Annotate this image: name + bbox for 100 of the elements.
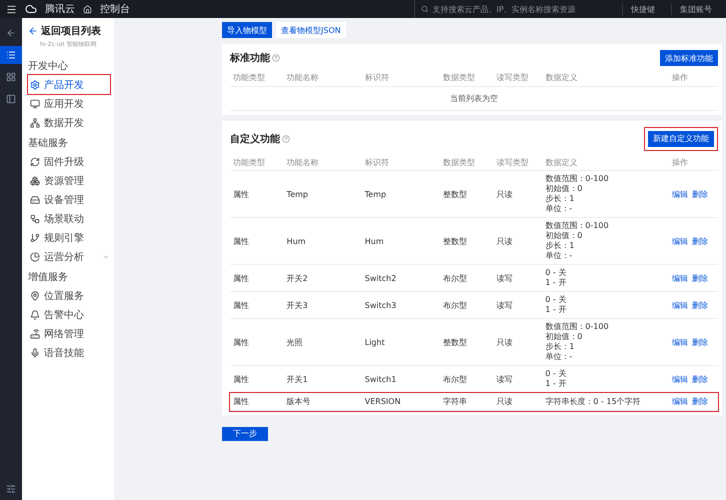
rail-icon (6, 94, 16, 104)
action-link[interactable]: 编辑 (672, 397, 688, 406)
function-name-cell: Hum (286, 236, 306, 246)
data-type-cell: 布尔型 (442, 300, 467, 310)
column-header: 操作 (669, 154, 718, 170)
sidebar-item[interactable]: 固件升级 (28, 152, 110, 171)
item-icon (30, 348, 40, 358)
add-button[interactable]: 新建自定义功能 (648, 130, 714, 146)
section-title: 自定义功能 (230, 132, 290, 146)
sidebar-item[interactable]: 语音技能 (28, 343, 110, 362)
function-type-cell: 属性 (233, 236, 249, 246)
definition-line: 步长：1 (545, 342, 576, 352)
home-icon (83, 4, 92, 14)
group-title: 增值服务 (28, 271, 69, 284)
identifier-cell: Light (364, 338, 385, 346)
function-name-cell: 光照 (286, 338, 303, 346)
column-header: 标识符 (362, 154, 440, 170)
next-button[interactable]: 下一步 (222, 426, 268, 440)
toolbar-button[interactable]: 导入物模型 (222, 22, 272, 38)
group-title: 基础服务 (28, 136, 69, 150)
definition-line: 单位：- (545, 204, 574, 214)
definition-line: 0 - 关 (545, 295, 568, 305)
definition-line: 初始值：0 (545, 332, 584, 342)
sidebar-item[interactable]: 资源管理 (28, 171, 110, 190)
add-button[interactable]: 添加标准功能 (660, 50, 718, 66)
data-type-cell: 整数型 (442, 190, 467, 198)
column-header: 读写类型 (494, 154, 542, 170)
action-link[interactable]: 删除 (692, 274, 708, 282)
search-field[interactable]: 支持搜索云产品、IP、实例名称搜索资源 (414, 0, 614, 18)
menu-icon[interactable] (6, 4, 17, 14)
top-link[interactable]: 快捷键 (622, 4, 663, 14)
column-header: 读写类型 (494, 70, 542, 86)
action-link[interactable]: 编辑 (672, 190, 688, 198)
item-icon (30, 118, 40, 128)
item-icon (30, 252, 40, 262)
action-link[interactable]: 编辑 (672, 300, 688, 310)
access-type-cell: 读写 (496, 300, 512, 310)
identifier-cell: VERSION (364, 397, 401, 406)
help-icon[interactable] (272, 54, 280, 62)
rail-button[interactable] (0, 46, 22, 64)
sidebar-item[interactable]: 产品开发 (28, 75, 110, 94)
sidebar-item[interactable]: 告警中心 (28, 305, 110, 324)
rail-icon (6, 72, 16, 82)
definition-line: 1 - 开 (545, 305, 568, 315)
sidebar-item[interactable]: 设备管理 (28, 190, 110, 209)
item-icon (30, 176, 40, 186)
column-header: 功能类型 (230, 70, 284, 86)
help-icon[interactable] (282, 134, 290, 142)
settings-icon[interactable] (6, 484, 16, 494)
sidebar-item[interactable]: 运营分析 (28, 247, 110, 266)
brand-name[interactable]: 腾讯云 (45, 2, 75, 16)
action-link[interactable]: 删除 (692, 397, 708, 406)
data-type-cell: 整数型 (442, 236, 467, 246)
sidebar-item[interactable]: 规则引擎 (28, 228, 110, 247)
action-link[interactable]: 编辑 (672, 338, 688, 346)
action-link[interactable]: 删除 (692, 374, 708, 384)
definition-line: 单位：- (545, 251, 574, 261)
toolbar-button[interactable]: 查看物模型JSON (276, 22, 346, 38)
identifier-cell: Switch2 (364, 274, 396, 282)
sidebar-item[interactable]: 应用开发 (28, 94, 110, 113)
action-link[interactable]: 删除 (692, 190, 708, 198)
definition-line: 0 - 关 (545, 268, 568, 278)
function-name-cell: 开关3 (286, 300, 308, 310)
top-link[interactable]: 集团账号 (671, 4, 720, 14)
action-link[interactable]: 编辑 (672, 374, 688, 384)
action-link[interactable]: 删除 (692, 338, 708, 346)
data-type-cell: 布尔型 (442, 274, 467, 282)
column-header: 功能名称 (284, 70, 362, 86)
action-link[interactable]: 编辑 (672, 274, 688, 282)
item-icon (30, 194, 40, 204)
identifier-cell: Hum (364, 236, 384, 246)
function-name-cell: 开关2 (286, 274, 308, 282)
access-type-cell: 只读 (496, 397, 512, 406)
cloud-logo-icon (25, 3, 37, 15)
console-link[interactable]: 控制台 (100, 2, 130, 16)
back-link[interactable]: 返回项目列表 (28, 24, 110, 38)
sidebar-item[interactable]: 网络管理 (28, 324, 110, 343)
sidebar-item[interactable]: 场景联动 (28, 209, 110, 228)
action-link[interactable]: 编辑 (672, 236, 688, 246)
data-type-cell: 布尔型 (442, 374, 467, 384)
column-header: 功能类型 (230, 154, 284, 170)
access-type-cell: 只读 (496, 338, 512, 346)
sidebar-item[interactable]: 数据开发 (28, 113, 110, 132)
column-header: 数据类型 (440, 154, 494, 170)
action-link[interactable]: 删除 (692, 300, 708, 310)
identifier-cell: Switch3 (364, 300, 396, 310)
access-type-cell: 读写 (496, 374, 512, 384)
item-icon (30, 310, 40, 320)
section-title: 标准功能 (230, 51, 280, 65)
definition-line: 字符串长度：0 - 15个字符 (545, 396, 642, 406)
identifier-cell: Temp (364, 190, 386, 198)
function-name-cell: 版本号 (286, 397, 311, 406)
function-name-cell: Temp (286, 190, 308, 198)
action-link[interactable]: 删除 (692, 236, 708, 246)
sidebar-item[interactable]: 位置服务 (28, 286, 110, 305)
function-name-cell: 开关1 (286, 374, 308, 384)
item-icon (30, 290, 40, 300)
definition-line: 步长：1 (545, 194, 576, 204)
empty-message: 当前列表为空 (230, 86, 718, 110)
back-arrow-icon (28, 26, 38, 36)
